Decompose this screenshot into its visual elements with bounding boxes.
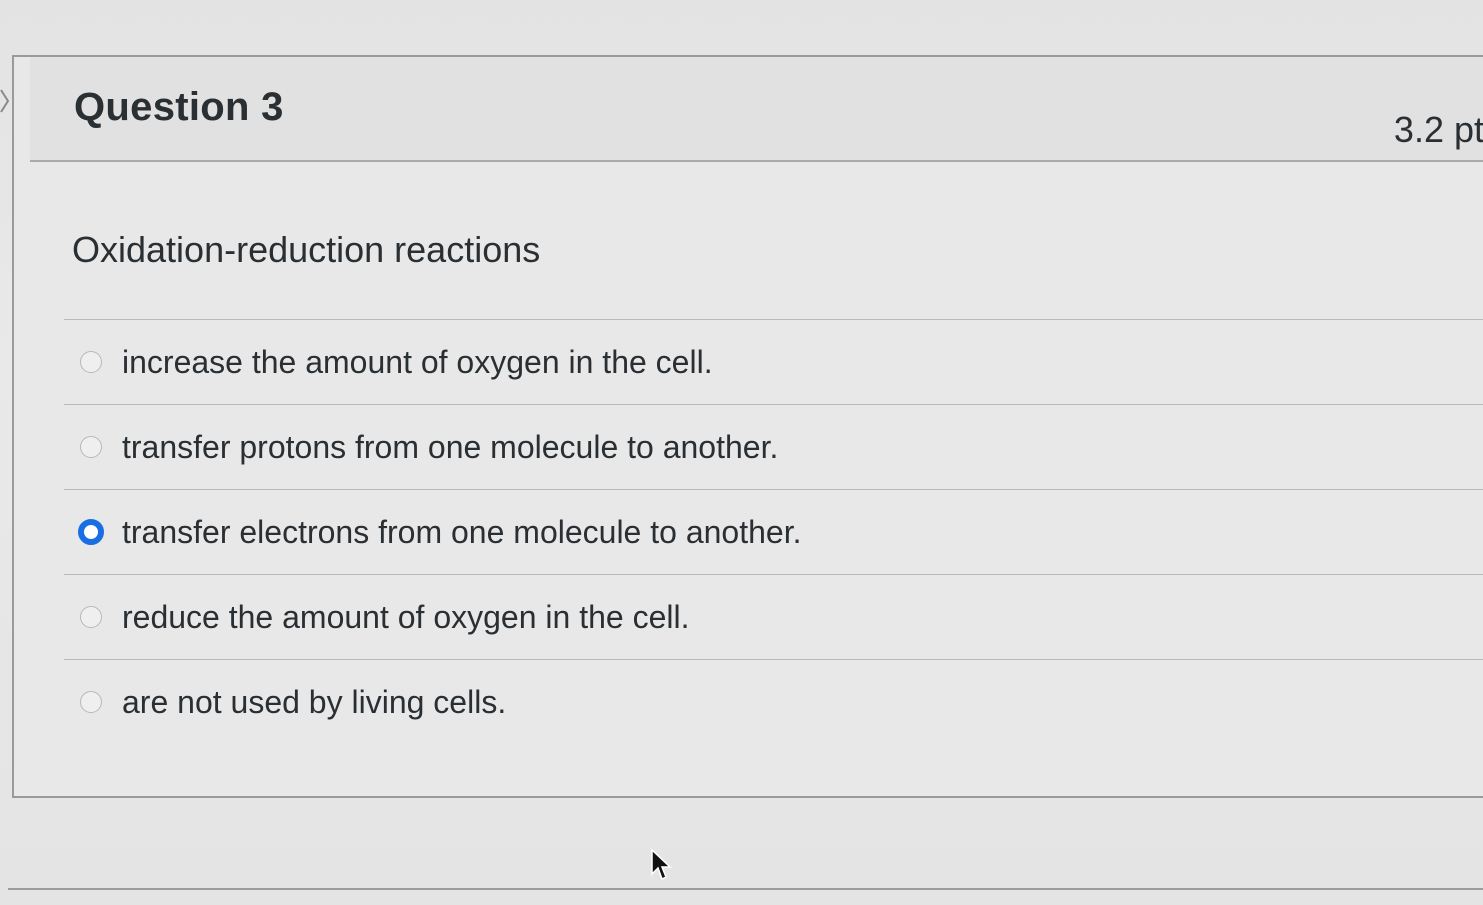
chevron-right-icon[interactable] [0, 88, 10, 114]
answer-label[interactable]: transfer electrons from one molecule to … [122, 514, 801, 551]
answer-option[interactable]: transfer protons from one molecule to an… [64, 405, 1483, 489]
question-title: Question 3 [74, 85, 284, 129]
answer-option[interactable]: increase the amount of oxygen in the cel… [64, 320, 1483, 404]
answer-label[interactable]: are not used by living cells. [122, 684, 506, 721]
next-question-border [8, 888, 1483, 890]
answer-label[interactable]: increase the amount of oxygen in the cel… [122, 344, 713, 381]
answer-option[interactable]: reduce the amount of oxygen in the cell. [64, 575, 1483, 659]
radio-button[interactable] [80, 436, 102, 458]
answer-label[interactable]: reduce the amount of oxygen in the cell. [122, 599, 689, 636]
answer-list: increase the amount of oxygen in the cel… [64, 319, 1483, 744]
radio-button-selected[interactable] [78, 519, 104, 545]
question-header: Question 3 3.2 pt [30, 57, 1483, 162]
answer-label[interactable]: transfer protons from one molecule to an… [122, 429, 778, 466]
mouse-pointer-icon [651, 848, 672, 881]
radio-button[interactable] [80, 691, 102, 713]
answer-option[interactable]: are not used by living cells. [64, 660, 1483, 744]
question-text: Oxidation-reduction reactions [72, 229, 541, 270]
radio-button[interactable] [80, 606, 102, 628]
question-points: 3.2 pt [1393, 109, 1483, 150]
question-card: Question 3 3.2 pt Oxidation-reduction re… [12, 55, 1483, 798]
answer-option[interactable]: transfer electrons from one molecule to … [64, 490, 1483, 574]
radio-button[interactable] [80, 351, 102, 373]
